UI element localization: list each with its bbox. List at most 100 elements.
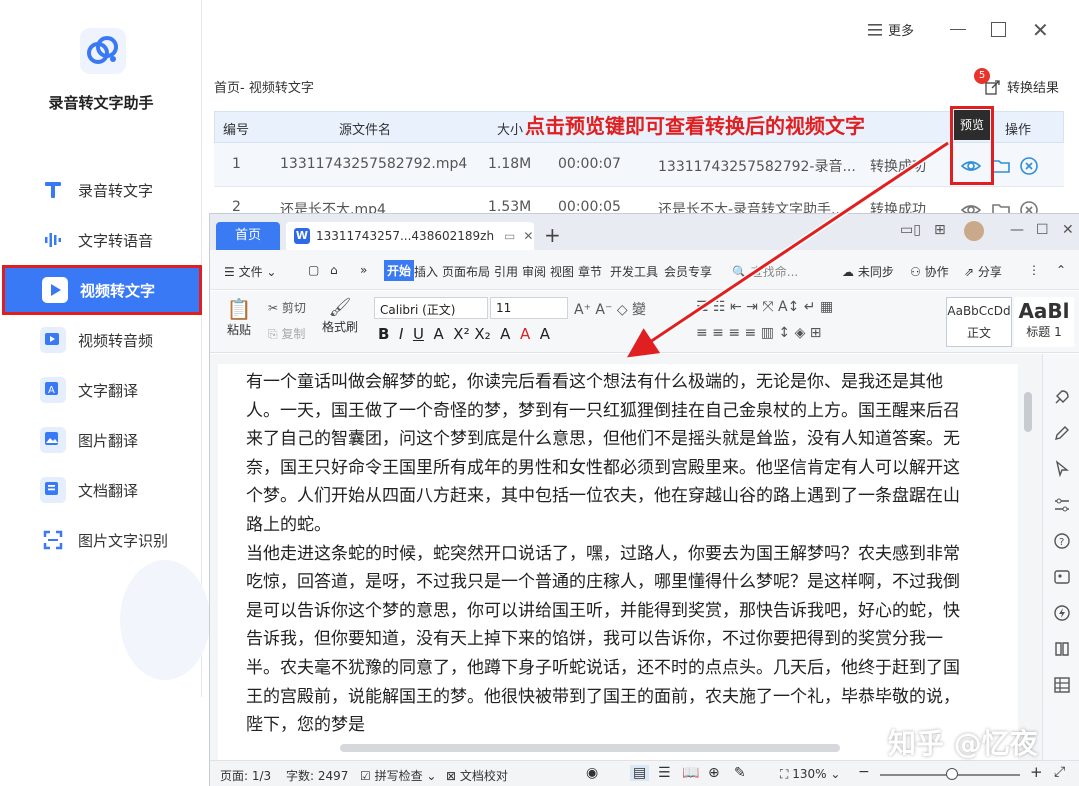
grid-apps-icon[interactable]: ⊞ [934, 222, 946, 238]
table-row[interactable]: 1 13311743257582792.mp4 1.18M 00:00:07 1… [214, 143, 1064, 187]
collaborate-button[interactable]: ⚇ 协作 [910, 263, 949, 280]
lightning-icon[interactable] [1053, 604, 1071, 622]
minimize-icon[interactable] [950, 29, 966, 30]
instruction-annotation: 点击预览键即可查看转换后的视频文字 [525, 114, 865, 138]
nav-item-video-to-text[interactable]: 视频转文字 [2, 265, 202, 315]
more-options-icon[interactable]: ⋮ [1028, 263, 1040, 277]
cursor-icon[interactable] [1053, 460, 1071, 478]
spell-check-toggle[interactable]: ☑ 拼写检查 ⌄ [360, 767, 436, 784]
rocket-icon[interactable] [1053, 388, 1071, 406]
maximize-icon[interactable] [991, 22, 1006, 37]
web-view-icon[interactable]: ⊕ [708, 765, 720, 781]
horizontal-scrollbar[interactable] [340, 744, 840, 752]
avatar[interactable] [964, 221, 984, 241]
nav-label: 录音转文字 [78, 181, 154, 200]
new-tab-icon[interactable]: + [544, 223, 561, 247]
book-icon[interactable] [1053, 640, 1071, 658]
tab-pin-icon[interactable]: ▭ [504, 229, 515, 243]
zoom-out-icon[interactable]: − [858, 764, 870, 780]
new-doc-icon[interactable]: ▢ [308, 263, 319, 277]
write-view-icon[interactable]: ✎ [734, 765, 746, 781]
word-count[interactable]: 字数: 2497 [286, 767, 348, 784]
zoom-in-icon[interactable]: + [1030, 763, 1043, 781]
close-icon[interactable]: ✕ [1032, 18, 1049, 42]
tab-document-label: 13311743257...438602189zh [316, 229, 495, 243]
wps-ribbon: 📋 粘贴 ✂ 剪切 ⎘ 复制 🖌 格式刷 Calibri (正文) 11 A⁺ … [210, 291, 1079, 353]
command-search[interactable]: 🔍 查找命... [732, 263, 798, 280]
menu-chapter[interactable]: 章节 [578, 263, 602, 280]
open-folder-icon[interactable]: ⌂ [330, 263, 338, 277]
sync-status[interactable]: ☁ 未同步 [842, 263, 894, 280]
nav-item-doc-translate[interactable]: 文档翻译 [0, 465, 202, 515]
cut-button[interactable]: ✂ 剪切 [268, 299, 306, 316]
document-page[interactable]: 有一个童话叫做会解梦的蛇，你读完后看看这个想法有什么极端的，无论是你、是我还是其… [218, 364, 1018, 764]
font-size-select[interactable]: 11 [490, 297, 568, 319]
document-body[interactable]: 有一个童话叫做会解梦的蛇，你读完后看看这个想法有什么极端的，无论是你、是我还是其… [246, 368, 962, 740]
nav-item-image-translate[interactable]: 图片翻译 [0, 415, 202, 465]
menu-start[interactable]: 开始 [384, 260, 415, 281]
collapse-ribbon-icon[interactable]: ⌃ [1056, 263, 1066, 277]
page-count[interactable]: 页面: 1/3 [220, 767, 271, 784]
col-actions: 操作 [1005, 123, 1032, 138]
alignment-buttons[interactable]: ≡ ≡ ≡ ≡ ▥ ↕ ◈ ⊞ [696, 325, 822, 341]
list-buttons[interactable]: ☰ ☷ ⇤ ⇥ ⤧ A↕ ↵ ▦ [696, 299, 833, 315]
eye-protection-icon[interactable]: ◉ [586, 765, 598, 781]
menu-review[interactable]: 审阅 [522, 263, 546, 280]
more-label: 更多 [888, 24, 915, 39]
conversion-results-link[interactable]: 转换结果 [985, 77, 1059, 96]
wps-minimize-icon[interactable]: — [1010, 222, 1024, 238]
menu-references[interactable]: 引用 [494, 263, 518, 280]
image-tool-icon[interactable] [1053, 568, 1071, 586]
zoom-level[interactable]: ⛶ 130% ⌄ [780, 767, 840, 782]
menu-dev-tools[interactable]: 开发工具 [610, 263, 658, 280]
vertical-scrollbar[interactable] [1024, 392, 1032, 432]
pen-icon[interactable] [1053, 424, 1071, 442]
share-button[interactable]: ⇗ 分享 [964, 263, 1002, 280]
col-size: 大小 [497, 123, 524, 138]
font-family-select[interactable]: Calibri (正文) [374, 297, 488, 319]
tab-home[interactable]: 首页 [216, 222, 280, 250]
paste-button[interactable]: 📋 粘贴 [224, 297, 254, 338]
video-to-text-icon [42, 277, 68, 303]
breadcrumb: 首页- 视频转文字 [214, 81, 314, 96]
delete-circle-icon[interactable] [1019, 156, 1039, 176]
style-normal[interactable]: AaBbCcDd 正文 [946, 297, 1012, 347]
menu-view[interactable]: 视图 [550, 263, 574, 280]
open-folder-icon[interactable] [991, 156, 1011, 176]
table-tool-icon[interactable] [1053, 676, 1071, 694]
zoom-slider-handle[interactable] [946, 768, 958, 780]
menu-member[interactable]: 会员专享 [664, 263, 712, 280]
help-icon[interactable]: ? [1053, 532, 1071, 550]
page-view-icon[interactable]: ▤ [630, 765, 650, 781]
nav-item-video-to-audio[interactable]: 视频转音频 [0, 315, 202, 365]
paragraph: 有一个童话叫做会解梦的蛇，你读完后看看这个想法有什么极端的，无论是你、是我还是其… [246, 372, 960, 535]
more-menu-icon[interactable]: » [360, 263, 367, 277]
more-button[interactable]: 更多 [868, 20, 914, 39]
read-view-icon[interactable]: 📖 [682, 765, 699, 781]
tab-document[interactable]: W 13311743257...438602189zh ▭ ✕ [286, 222, 534, 250]
wps-maximize-icon[interactable]: ☐ [1036, 222, 1049, 238]
tab-close-icon[interactable]: ✕ [523, 229, 533, 243]
font-size-buttons[interactable]: A⁺ A⁻ ◇ 變 [574, 299, 646, 319]
wps-close-icon[interactable]: ✕ [1062, 222, 1074, 238]
style-heading-1[interactable]: AaBl 标题 1 [1014, 297, 1074, 347]
format-painter-button[interactable]: 🖌 格式刷 [322, 297, 358, 335]
copy-button[interactable]: ⎘ 复制 [268, 325, 305, 342]
sliders-icon[interactable] [1053, 496, 1071, 514]
nav-label: 视频转文字 [80, 281, 156, 300]
wps-menu-bar: ☰ 文件 ⌄ ▢ ⌂ » 开始 插入 页面布局 引用 审阅 视图 章节 开发工具… [210, 250, 1079, 290]
doc-check-button[interactable]: ⊠ 文档校对 [446, 767, 508, 784]
menu-icon [868, 23, 882, 36]
text-format-buttons[interactable]: B I U A X² X₂ A A A [378, 325, 550, 343]
layout-icon[interactable]: ▭▯ [900, 222, 921, 238]
fullscreen-icon[interactable]: ⤢ [1054, 764, 1065, 780]
menu-insert[interactable]: 插入 [414, 263, 438, 280]
menu-page-layout[interactable]: 页面布局 [442, 263, 490, 280]
nav-item-ocr[interactable]: 图片文字识别 [0, 515, 202, 565]
nav-label: 图片文字识别 [78, 531, 169, 550]
nav-item-text-translate[interactable]: A 文字翻译 [0, 365, 202, 415]
file-menu[interactable]: ☰ 文件 ⌄ [224, 263, 276, 280]
nav-item-recording-to-text[interactable]: 录音转文字 [0, 165, 202, 215]
outline-view-icon[interactable]: ☰ [658, 765, 671, 781]
nav-item-text-to-speech[interactable]: 文字转语音 [0, 215, 202, 265]
